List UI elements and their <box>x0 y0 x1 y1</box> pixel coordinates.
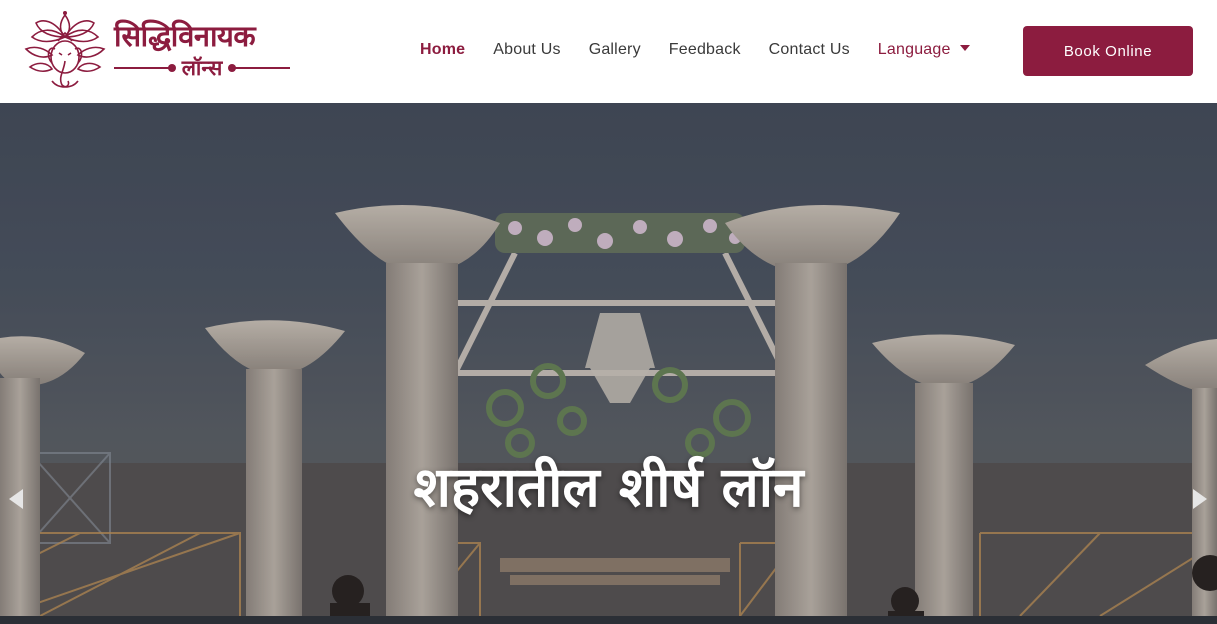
book-online-button[interactable]: Book Online <box>1023 26 1193 76</box>
nav-home[interactable]: Home <box>420 41 465 59</box>
page-bottom-edge <box>0 616 1217 624</box>
nav-gallery[interactable]: Gallery <box>589 41 641 59</box>
divider <box>114 64 176 72</box>
divider <box>228 64 291 72</box>
main-nav: Home About Us Gallery Feedback Contact U… <box>420 37 998 63</box>
brand-logo[interactable]: सिद्धिविनायक लॉन्स <box>22 9 292 93</box>
language-dropdown[interactable]: Language <box>878 41 970 59</box>
language-label: Language <box>877 41 951 58</box>
hero-caption: शहरातील शीर्ष लॉन <box>413 455 804 519</box>
caret-down-icon <box>959 45 970 51</box>
hero-overlay <box>0 103 1217 616</box>
nav-about-us[interactable]: About Us <box>493 41 560 59</box>
carousel-prev-button[interactable] <box>7 487 25 511</box>
top-navbar: सिद्धिविनायक लॉन्स Home About Us Gallery… <box>0 0 1217 103</box>
carousel-next-button[interactable] <box>1191 487 1209 511</box>
brand-subtitle-row: लॉन्स <box>114 55 291 81</box>
brand-name: सिद्धिविनायक <box>114 19 256 53</box>
ganesha-logo-icon <box>24 11 106 88</box>
nav-contact-us[interactable]: Contact Us <box>769 41 850 59</box>
chevron-right-icon <box>1193 489 1207 509</box>
brand-wordmark: सिद्धिविनायक लॉन्स <box>114 19 291 81</box>
hero-carousel: शहरातील शीर्ष लॉन <box>0 103 1217 616</box>
nav-feedback[interactable]: Feedback <box>669 41 741 59</box>
chevron-left-icon <box>9 489 23 509</box>
brand-subtitle: लॉन्स <box>181 56 223 80</box>
